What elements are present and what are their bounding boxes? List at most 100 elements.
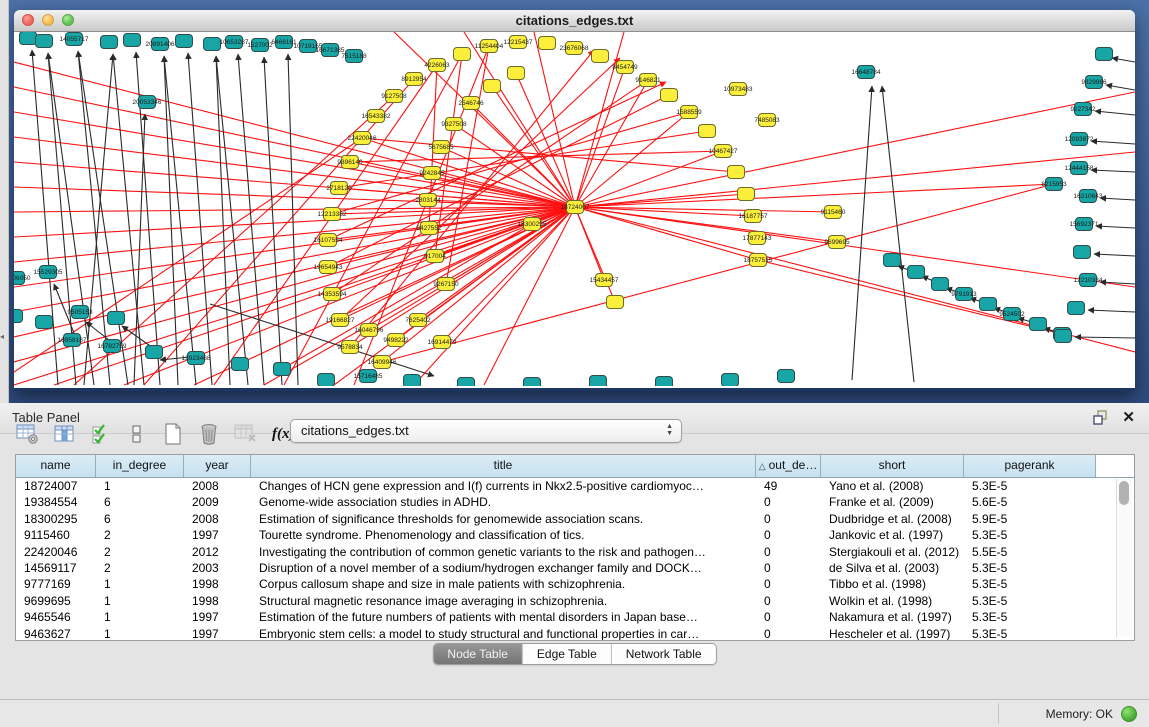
network-node[interactable]: 16958187 <box>58 334 87 347</box>
column-header-name[interactable]: name <box>16 455 96 477</box>
network-node[interactable] <box>592 50 609 63</box>
network-node[interactable] <box>884 254 901 267</box>
table-row[interactable]: 1872400712008Changes of HCN gene express… <box>16 478 1134 494</box>
network-node[interactable] <box>458 378 475 387</box>
network-node[interactable]: 15716485 <box>354 370 383 383</box>
network-node[interactable] <box>232 358 249 371</box>
network-node[interactable]: 15434457 <box>590 274 619 287</box>
network-node[interactable]: 9396140 <box>337 156 363 169</box>
network-node[interactable] <box>1096 48 1113 61</box>
memory-ok-indicator[interactable] <box>1121 706 1137 722</box>
network-node[interactable] <box>980 298 997 311</box>
network-node[interactable]: 20053346 <box>133 96 162 109</box>
network-node[interactable]: 9498222 <box>383 334 409 347</box>
network-node[interactable]: 1588559 <box>676 106 702 119</box>
network-node[interactable]: 15692371 <box>1070 218 1099 231</box>
network-node[interactable] <box>404 375 421 387</box>
network-node[interactable] <box>699 125 716 138</box>
selected-rows-icon[interactable] <box>126 419 148 449</box>
network-node[interactable] <box>1055 330 1072 343</box>
network-node[interactable] <box>590 376 607 387</box>
table-row[interactable]: 946362711997Embryonic stem cells: a mode… <box>16 626 1134 641</box>
tab-node-table[interactable]: Node Table <box>433 644 523 664</box>
scrollbar-thumb[interactable] <box>1119 481 1129 505</box>
network-canvas[interactable]: 1405571720891406106532871527002646616110… <box>14 32 1135 386</box>
network-node[interactable] <box>661 89 678 102</box>
network-node[interactable]: 16914479 <box>428 336 457 349</box>
network-node[interactable] <box>1030 318 1047 331</box>
new-column-icon[interactable] <box>162 419 184 449</box>
network-node[interactable] <box>722 374 739 387</box>
network-node[interactable] <box>908 266 925 279</box>
table-row[interactable]: 911546021997Tourette syndrome. Phenomeno… <box>16 527 1134 543</box>
table-row[interactable]: 2242004622012Investigating the contribut… <box>16 544 1134 560</box>
network-node[interactable] <box>108 312 125 325</box>
table-mode-icon[interactable] <box>16 419 40 449</box>
table-selector-dropdown[interactable]: citations_edges.txt ▲▼ <box>290 419 682 443</box>
network-node[interactable]: 9227342 <box>1070 103 1096 116</box>
network-node[interactable]: 16046796 <box>355 324 384 337</box>
network-node[interactable]: 9505153 <box>67 306 93 319</box>
network-node[interactable] <box>176 35 193 48</box>
delete-column-icon[interactable] <box>198 419 220 449</box>
network-node[interactable] <box>607 296 624 309</box>
network-node[interactable] <box>274 363 291 376</box>
window-titlebar[interactable]: citations_edges.txt <box>14 10 1135 32</box>
network-node[interactable] <box>36 316 53 329</box>
network-node[interactable]: 23676068 <box>560 42 589 55</box>
network-node[interactable] <box>1068 302 1085 315</box>
network-node[interactable]: 10973483 <box>724 83 753 96</box>
network-node[interactable]: 16210643 <box>1074 190 1103 203</box>
network-node[interactable] <box>124 34 141 47</box>
tab-edge-table[interactable]: Edge Table <box>523 644 612 664</box>
network-node[interactable]: 16648784 <box>852 66 881 79</box>
network-node[interactable]: 12215437 <box>504 36 533 49</box>
network-node[interactable]: 20891406 <box>146 38 175 51</box>
network-node[interactable] <box>484 80 501 93</box>
network-node[interactable]: 9699695 <box>824 236 850 249</box>
column-header-year[interactable]: year <box>184 455 251 477</box>
network-node[interactable]: 1527002 <box>247 39 273 52</box>
network-node[interactable] <box>20 32 37 45</box>
network-node[interactable] <box>508 67 525 80</box>
network-node[interactable]: 11254404 <box>475 40 504 53</box>
network-node[interactable]: 26206050 <box>14 272 31 285</box>
float-panel-icon[interactable] <box>1091 409 1109 427</box>
network-node[interactable]: 12210334 <box>1074 274 1103 287</box>
network-node[interactable]: 7515188 <box>341 50 367 63</box>
table-row[interactable]: 977716911998Corpus callosum shape and si… <box>16 576 1134 592</box>
network-node[interactable]: 10653287 <box>220 36 249 49</box>
network-node[interactable] <box>1074 246 1091 259</box>
network-node[interactable]: 9327508 <box>441 118 467 131</box>
network-node[interactable]: 19654943 <box>314 261 343 274</box>
table-row[interactable]: 1938455462009Genome-wide association stu… <box>16 494 1134 510</box>
network-node[interactable] <box>14 310 23 323</box>
network-node[interactable]: 9146821 <box>635 74 661 87</box>
network-node[interactable]: 12444158 <box>1065 162 1094 175</box>
table-row[interactable]: 946554611997Estimation of the future num… <box>16 609 1134 625</box>
network-node[interactable]: 7485083 <box>754 114 780 127</box>
table-row[interactable]: 969969511998Structural magnetic resonanc… <box>16 593 1134 609</box>
network-node[interactable]: 8454749 <box>612 61 638 74</box>
column-header-short[interactable]: short <box>821 455 964 477</box>
network-node[interactable]: 8912954 <box>401 73 427 86</box>
column-header-in_degree[interactable]: in_degree <box>96 455 184 477</box>
tab-network-table[interactable]: Network Table <box>612 644 716 664</box>
network-node[interactable]: 917004 <box>424 250 446 263</box>
network-node[interactable] <box>656 377 673 387</box>
network-node[interactable] <box>454 48 471 61</box>
network-node[interactable]: 9267150 <box>433 278 459 291</box>
network-node[interactable] <box>204 38 221 51</box>
network-node[interactable]: 12093872 <box>1065 133 1094 146</box>
network-node[interactable] <box>36 35 53 48</box>
network-node[interactable] <box>778 370 795 383</box>
network-node[interactable]: 2546746 <box>458 97 484 110</box>
network-node[interactable] <box>728 166 745 179</box>
left-splitter[interactable]: ◂ <box>0 0 9 403</box>
network-node[interactable]: 16187757 <box>739 210 768 223</box>
network-node[interactable] <box>318 374 335 387</box>
table-row[interactable]: 1830029562008Estimation of significance … <box>16 511 1134 527</box>
network-node[interactable] <box>101 36 118 49</box>
column-header-pagerank[interactable]: pagerank <box>964 455 1096 477</box>
network-node[interactable]: 10467427 <box>709 145 738 158</box>
